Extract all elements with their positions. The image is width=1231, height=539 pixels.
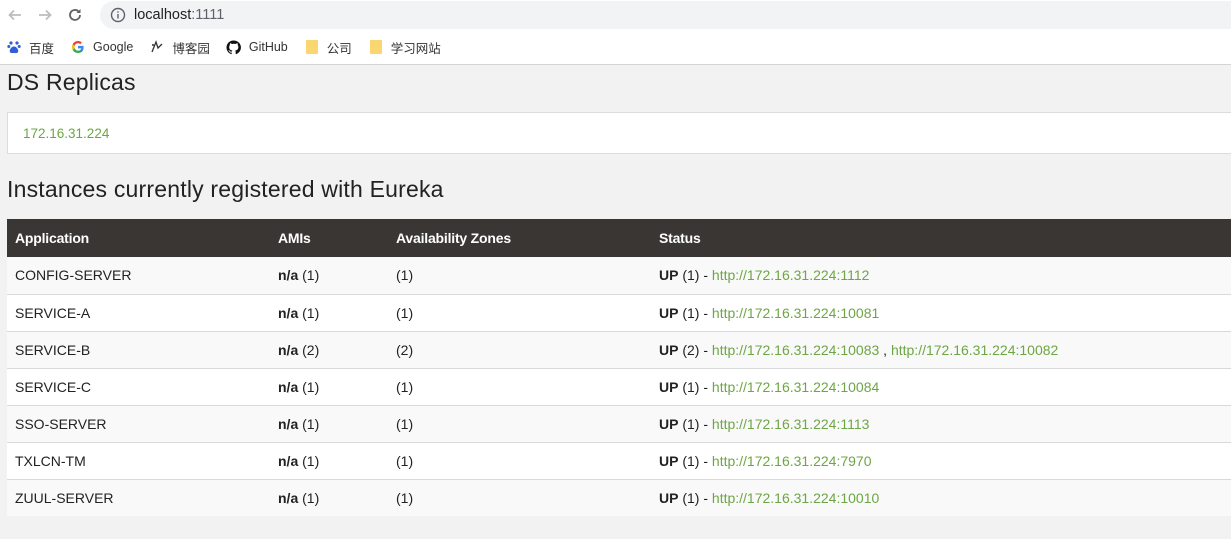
application-cell: SERVICE-C <box>15 378 91 395</box>
header-status: Status <box>659 230 701 246</box>
amis-cell: n/a (1) <box>278 452 320 469</box>
bookmark-folder-company[interactable]: 公司 <box>304 36 352 58</box>
bookmark-label: 博客园 <box>172 41 210 56</box>
amis-cell: n/a (1) <box>278 304 320 321</box>
ds-replicas-title: DS Replicas <box>7 69 136 95</box>
table-row: ZUUL-SERVER n/a (1) (1) UP (1) - http://… <box>7 479 1231 516</box>
zones-cell: (1) <box>396 452 414 469</box>
amis-cell: n/a (2) <box>278 341 320 358</box>
application-cell: ZUUL-SERVER <box>15 489 114 506</box>
application-cell: SERVICE-A <box>15 304 91 321</box>
application-cell: CONFIG-SERVER <box>15 267 132 284</box>
instances-title: Instances currently registered with Eure… <box>7 176 444 202</box>
zones-cell: (1) <box>396 489 414 506</box>
header-amis: AMIs <box>278 230 311 246</box>
reload-icon <box>69 9 81 21</box>
instances-table: Application AMIs Availability Zones Stat… <box>7 219 1231 516</box>
amis-cell: n/a (1) <box>278 489 320 506</box>
status-cell: UP (1) - http://172.16.31.224:1112 <box>659 267 870 284</box>
zones-cell: (1) <box>396 304 414 321</box>
table-row: SSO-SERVER n/a (1) (1) UP (1) - http://1… <box>7 405 1231 442</box>
status-cell: UP (1) - http://172.16.31.224:10010 <box>659 489 880 506</box>
address-bar[interactable]: localhost:1111 <box>100 1 1231 29</box>
table-header-row: Application AMIs Availability Zones Stat… <box>7 219 1231 257</box>
folder-icon <box>304 39 320 55</box>
status-cell: UP (1) - http://172.16.31.224:7970 <box>659 452 872 469</box>
zones-cell: (1) <box>396 267 414 284</box>
status-cell: UP (1) - http://172.16.31.224:1113 <box>659 415 870 432</box>
table-row: CONFIG-SERVER n/a (1) (1) UP (1) - http:… <box>7 257 1231 294</box>
bookmark-google[interactable]: Google <box>70 36 133 58</box>
cnblogs-icon <box>149 39 165 55</box>
baidu-icon <box>6 39 22 55</box>
header-availability-zones: Availability Zones <box>396 230 511 246</box>
instance-link[interactable]: http://172.16.31.224:10082 <box>891 342 1058 358</box>
instance-link[interactable]: http://172.16.31.224:1112 <box>712 267 870 283</box>
github-icon <box>226 39 242 55</box>
google-icon <box>70 39 86 55</box>
amis-cell: n/a (1) <box>278 415 320 432</box>
bookmark-github[interactable]: GitHub <box>226 36 288 58</box>
bookmark-label: 公司 <box>326 41 352 56</box>
info-icon[interactable] <box>110 7 126 23</box>
bookmark-label: GitHub <box>248 40 288 54</box>
zones-cell: (2) <box>396 341 414 358</box>
back-button[interactable] <box>0 0 30 30</box>
instance-link[interactable]: http://172.16.31.224:10081 <box>712 305 879 321</box>
bookmarks-bar: 百度 Google 博客园 GitHub 公司 学习网站 <box>0 30 1231 65</box>
instance-link[interactable]: http://172.16.31.224:10010 <box>712 490 879 506</box>
instance-link[interactable]: http://172.16.31.224:10083 <box>712 342 879 358</box>
status-cell: UP (2) - http://172.16.31.224:10083 , ht… <box>659 341 1059 358</box>
table-row: SERVICE-A n/a (1) (1) UP (1) - http://17… <box>7 294 1231 331</box>
application-cell: TXLCN-TM <box>15 452 86 469</box>
instance-link[interactable]: http://172.16.31.224:10084 <box>712 379 879 395</box>
zones-cell: (1) <box>396 415 414 432</box>
header-application: Application <box>15 230 90 246</box>
browser-toolbar: localhost:1111 <box>0 0 1231 30</box>
status-cell: UP (1) - http://172.16.31.224:10081 <box>659 304 880 321</box>
table-row: SERVICE-C n/a (1) (1) UP (1) - http://17… <box>7 368 1231 405</box>
amis-cell: n/a (1) <box>278 378 320 395</box>
table-row: TXLCN-TM n/a (1) (1) UP (1) - http://172… <box>7 442 1231 479</box>
url-port: :1111 <box>191 7 225 23</box>
url-host: localhost <box>134 7 192 23</box>
back-arrow-icon <box>8 9 21 21</box>
bookmark-baidu[interactable]: 百度 <box>6 36 54 58</box>
amis-cell: n/a (1) <box>278 267 320 284</box>
status-cell: UP (1) - http://172.16.31.224:10084 <box>659 378 880 395</box>
forward-button[interactable] <box>30 0 60 30</box>
bookmark-folder-learning[interactable]: 学习网站 <box>368 36 441 58</box>
replica-link[interactable]: 172.16.31.224 <box>23 126 109 141</box>
reload-button[interactable] <box>60 0 90 30</box>
application-cell: SSO-SERVER <box>15 415 107 432</box>
table-row: SERVICE-B n/a (2) (2) UP (2) - http://17… <box>7 331 1231 368</box>
bookmark-cnblogs[interactable]: 博客园 <box>149 36 210 58</box>
forward-arrow-icon <box>39 9 52 21</box>
instance-link[interactable]: http://172.16.31.224:1113 <box>712 416 870 432</box>
bookmark-label: 百度 <box>29 41 55 56</box>
zones-cell: (1) <box>396 378 414 395</box>
bookmark-label: Google <box>93 40 134 54</box>
folder-icon <box>368 39 384 55</box>
ds-replicas-list: 172.16.31.224 <box>7 112 1231 154</box>
application-cell: SERVICE-B <box>15 341 91 358</box>
bookmark-label: 学习网站 <box>390 41 441 56</box>
instance-link[interactable]: http://172.16.31.224:7970 <box>712 453 872 469</box>
